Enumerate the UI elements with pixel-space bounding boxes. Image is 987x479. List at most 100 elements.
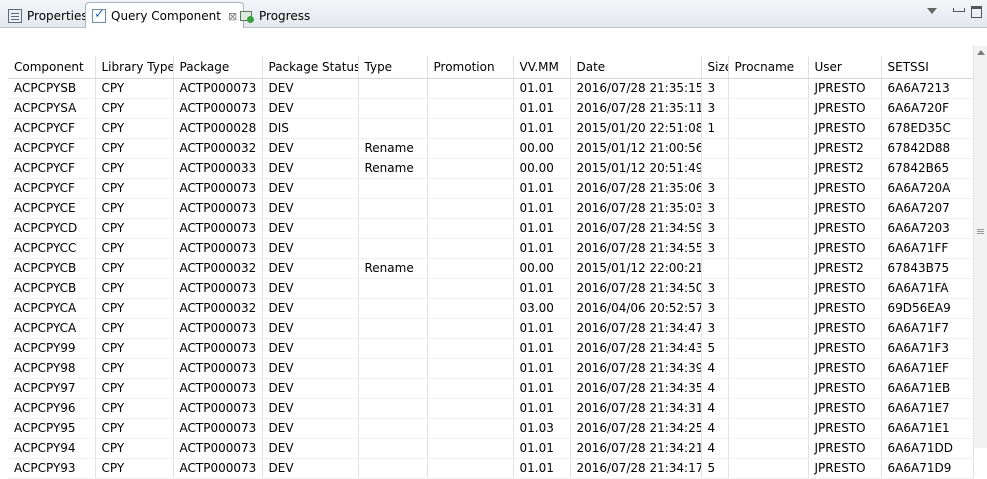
table-cell: ACPCPYCA	[8, 318, 96, 339]
tab-properties[interactable]: Properties	[2, 3, 94, 28]
table-cell: ACTP000073	[173, 438, 263, 459]
table-cell: CPY	[95, 98, 174, 119]
column-header-package[interactable]: Package	[173, 56, 263, 79]
column-header-date[interactable]: Date	[570, 56, 702, 79]
table-cell: 2016/04/06 20:52:57	[570, 298, 702, 319]
tab-query-component[interactable]: Query Component ⊠	[85, 2, 245, 29]
table-row[interactable]: ACPCPYCA CPY ACTP000073 DEV 01.01 2016/07/28 …	[8, 318, 974, 339]
table-cell: 01.01	[513, 338, 571, 359]
table-cell: ACTP000073	[173, 198, 263, 219]
table-cell: CPY	[95, 438, 174, 459]
table-cell: DEV	[262, 258, 359, 279]
table-cell	[358, 238, 428, 259]
column-header-promotion[interactable]: Promotion	[427, 56, 514, 79]
table-row[interactable]: ACPCPYSA CPY ACTP000073 DEV 01.01 2016/07/28 …	[8, 98, 974, 119]
table-cell: DEV	[262, 298, 359, 319]
table-cell: CPY	[95, 398, 174, 419]
table-cell	[427, 418, 514, 439]
table-cell	[728, 218, 809, 239]
table-cell: Rename	[358, 138, 428, 159]
tab-progress[interactable]: Progress	[234, 3, 316, 28]
table-cell: ACPCPYCF	[8, 178, 96, 199]
table-cell: CPY	[95, 378, 174, 399]
table-cell: CPY	[95, 78, 174, 99]
table-row[interactable]: ACPCPYSB CPY ACTP000073 DEV 01.01 2016/07/28 …	[8, 78, 974, 99]
table-cell: ACPCPYCF	[8, 138, 96, 159]
table-cell: ACPCPYCC	[8, 238, 96, 259]
tab-label: Query Component	[111, 9, 221, 23]
table-cell: ACPCPY94	[8, 438, 96, 459]
minimize-icon[interactable]	[953, 8, 965, 12]
table-cell: ACTP000073	[173, 78, 263, 99]
maximize-icon[interactable]	[971, 6, 982, 18]
column-header-library-type[interactable]: Library Type	[95, 56, 174, 79]
table-cell: DEV	[262, 78, 359, 99]
component-table: Component Library Type Package Package Stat…	[8, 56, 974, 479]
table-cell	[358, 318, 428, 339]
column-header-procname[interactable]: Procname	[728, 56, 809, 79]
column-header-vv-mm[interactable]: VV.MM	[513, 56, 571, 79]
table-cell: ACPCPY93	[8, 458, 96, 479]
table-row[interactable]: ACPCPYCF CPY ACTP000073 DEV 01.01 2016/07/28 …	[8, 178, 974, 199]
table-cell: 3	[701, 198, 729, 219]
table-cell	[427, 218, 514, 239]
column-header-setssi[interactable]: SETSSI	[881, 56, 974, 79]
table-cell: ACTP000073	[173, 458, 263, 479]
table-cell: 5	[701, 458, 729, 479]
table-cell: JPRESTO	[808, 238, 882, 259]
view-menu-icon[interactable]	[927, 8, 937, 14]
table-cell: ACPCPY96	[8, 398, 96, 419]
table-cell: 67843B75	[881, 258, 974, 279]
table-row[interactable]: ACPCPYCB CPY ACTP000073 DEV 01.01 2016/07/28 …	[8, 278, 974, 299]
table-row[interactable]: ACPCPYCC CPY ACTP000073 DEV 01.01 2016/07/28 …	[8, 238, 974, 259]
tab-label: Progress	[259, 8, 311, 23]
table-cell: DEV	[262, 198, 359, 219]
table-cell: ACTP000032	[173, 258, 263, 279]
column-header-package-status[interactable]: Package Status	[262, 56, 359, 79]
table-cell	[427, 98, 514, 119]
table-cell: 6A6A71FF	[881, 238, 974, 259]
table-cell: JPRESTO	[808, 298, 882, 319]
table-cell: ACPCPY98	[8, 358, 96, 379]
table-row[interactable]: ACPCPYCD CPY ACTP000073 DEV 01.01 2016/07/28 …	[8, 218, 974, 239]
column-header-user[interactable]: User	[808, 56, 882, 79]
table-row[interactable]: ACPCPYCB CPY ACTP000032 DEV Rename 00.00 2015/…	[8, 258, 974, 279]
column-header-size[interactable]: Size	[701, 56, 729, 79]
table-cell: 6A6A71FA	[881, 278, 974, 299]
table-row[interactable]: ACPCPYCF CPY ACTP000033 DEV Rename 00.00 2015/…	[8, 158, 974, 179]
table-cell	[427, 458, 514, 479]
column-header-component[interactable]: Component	[8, 56, 96, 79]
table-cell: ACPCPYCB	[8, 278, 96, 299]
table-row[interactable]: ACPCPYCA CPY ACTP000032 DEV 03.00 2016/04/06 …	[8, 298, 974, 319]
table-cell	[358, 358, 428, 379]
table-row[interactable]: ACPCPY95 CPY ACTP000073 DEV 01.03 2016/07/28 …	[8, 418, 974, 439]
scroll-up-icon[interactable]	[977, 50, 985, 55]
tab-label: Properties	[27, 8, 88, 23]
table-cell: ACTP000073	[173, 278, 263, 299]
table-row[interactable]: ACPCPYCF CPY ACTP000032 DEV Rename 00.00 2015/…	[8, 138, 974, 159]
column-header-type[interactable]: Type	[358, 56, 428, 79]
table-cell: 4	[701, 378, 729, 399]
table-row[interactable]: ACPCPY98 CPY ACTP000073 DEV 01.01 2016/07/28 …	[8, 358, 974, 379]
table-cell	[427, 118, 514, 139]
table-row[interactable]: ACPCPYCF CPY ACTP000028 DIS 01.01 2015/01/20 …	[8, 118, 974, 139]
table-row[interactable]: ACPCPYCE CPY ACTP000073 DEV 01.01 2016/07/28 …	[8, 198, 974, 219]
table-cell: 00.00	[513, 138, 571, 159]
table-cell: CPY	[95, 298, 174, 319]
table-row[interactable]: ACPCPY93 CPY ACTP000073 DEV 01.01 2016/07/28 …	[8, 458, 974, 479]
table-cell: CPY	[95, 278, 174, 299]
table-row[interactable]: ACPCPY96 CPY ACTP000073 DEV 01.01 2016/07/28 …	[8, 398, 974, 419]
table-cell: JPRESTO	[808, 178, 882, 199]
properties-icon	[8, 8, 22, 23]
table-row[interactable]: ACPCPY97 CPY ACTP000073 DEV 01.01 2016/07/28 …	[8, 378, 974, 399]
table-cell	[728, 138, 809, 159]
table-cell: 3	[701, 98, 729, 119]
table-cell: 6A6A71DD	[881, 438, 974, 459]
table-row[interactable]: ACPCPY94 CPY ACTP000073 DEV 01.01 2016/07/28 …	[8, 438, 974, 459]
table-row[interactable]: ACPCPY99 CPY ACTP000073 DEV 01.01 2016/07/28 …	[8, 338, 974, 359]
vertical-scrollbar[interactable]	[973, 46, 987, 448]
table-cell: DEV	[262, 218, 359, 239]
scroll-thumb-grip-icon[interactable]	[977, 229, 984, 230]
table-cell: CPY	[95, 458, 174, 479]
table-cell: 01.01	[513, 318, 571, 339]
